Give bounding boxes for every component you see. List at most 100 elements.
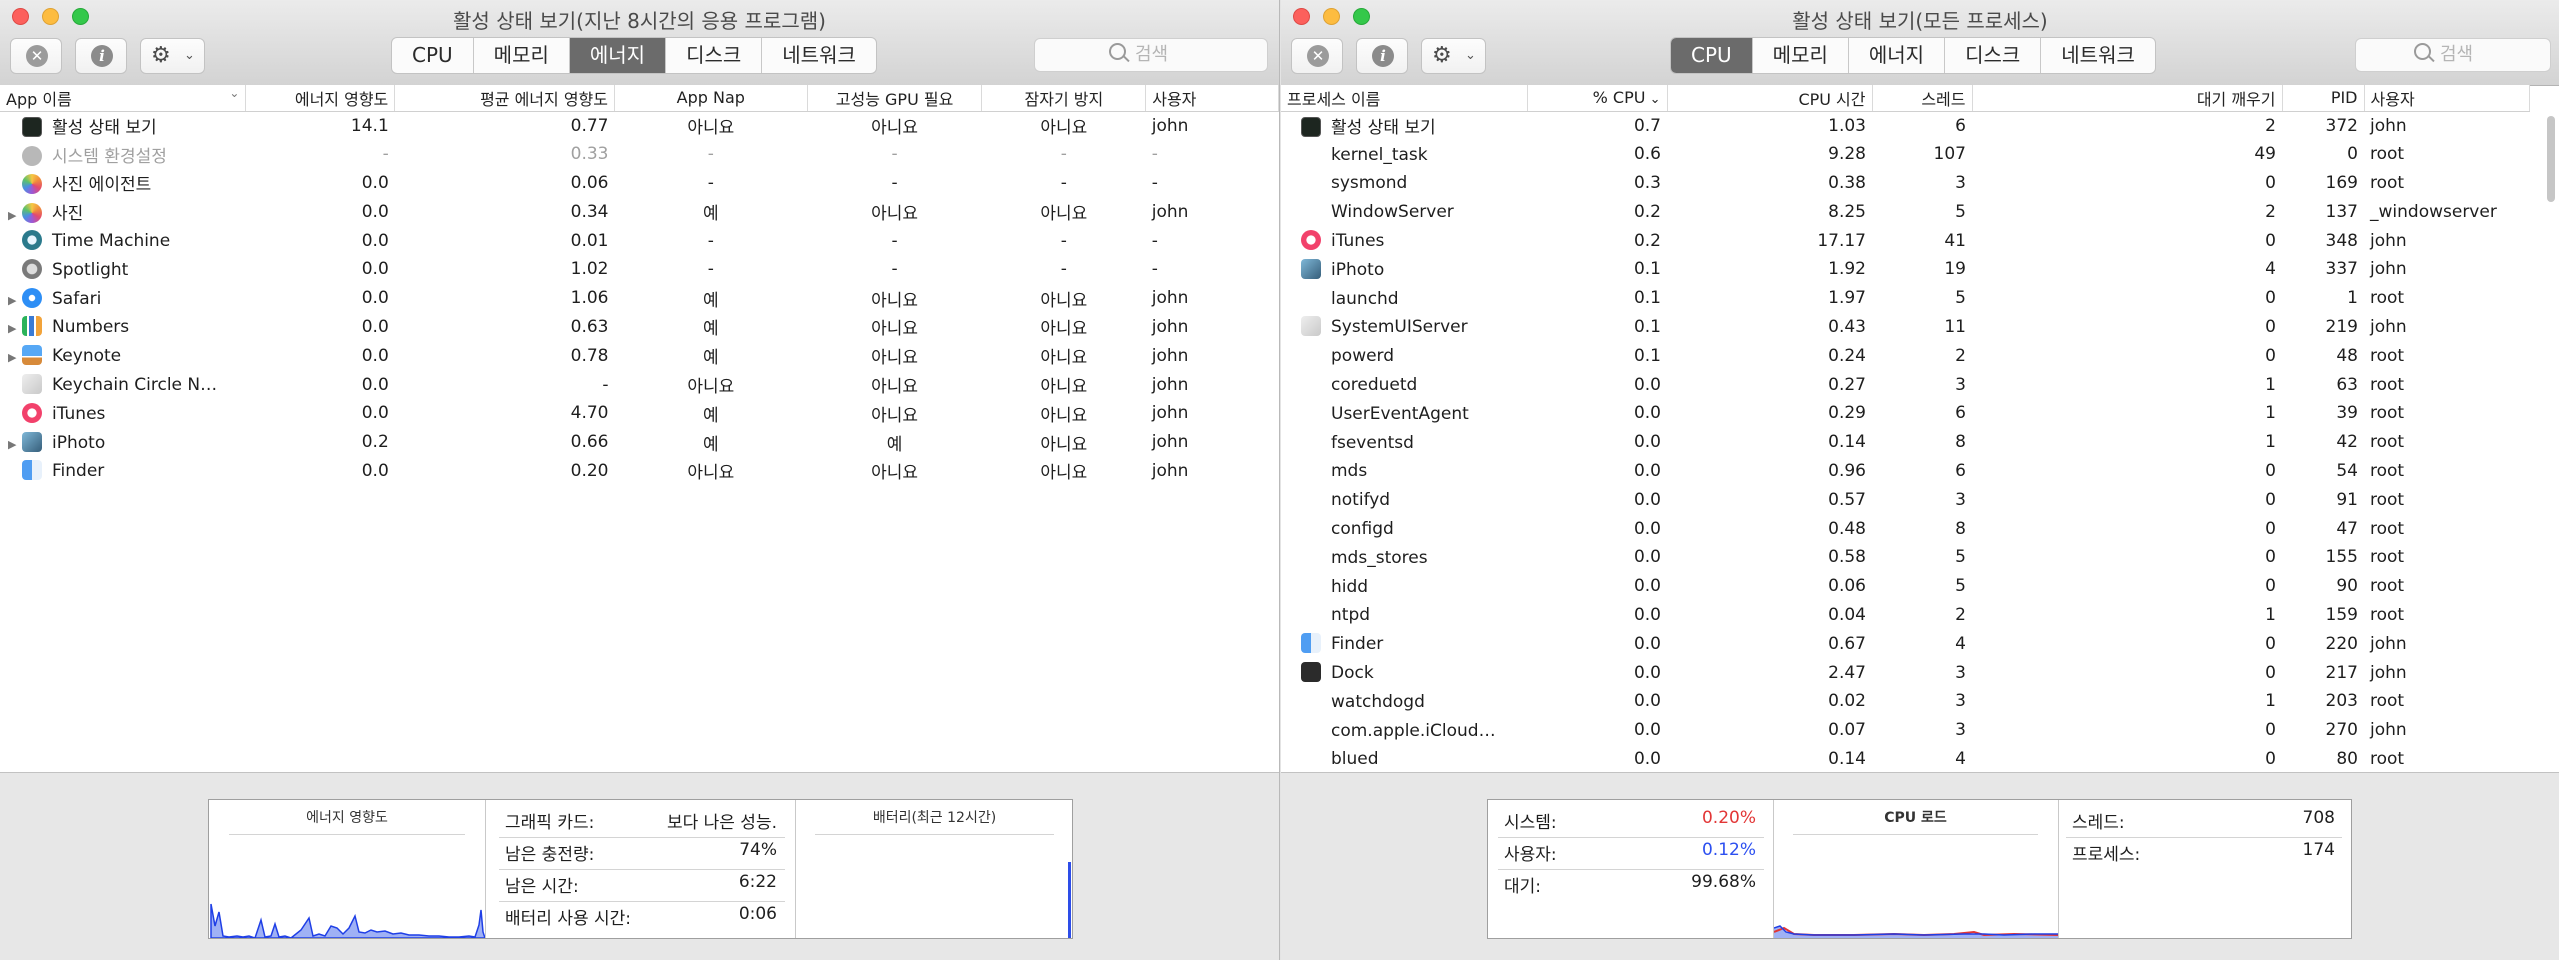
process-name-cell[interactable]: configd [1281,514,1527,543]
table-row[interactable]: kernel_task 0.6 9.28 107 49 0 root [1281,140,2529,169]
column-header[interactable]: 스레드 [1872,85,1973,112]
process-name-cell[interactable]: watchdogd [1281,687,1527,716]
table-row[interactable]: notifyd 0.0 0.57 3 0 91 root [1281,485,2529,514]
column-header[interactable]: 고성능 GPU 필요 [807,85,983,112]
process-name-cell[interactable]: Dock [1281,658,1527,687]
action-menu-button[interactable]: ⚙ ⌄ [1421,38,1486,74]
search-field[interactable]: 검색 [1034,38,1268,72]
table-row[interactable]: powerd 0.1 0.24 2 0 48 root [1281,341,2529,370]
table-row[interactable]: iPhoto 0.1 1.92 19 4 337 john [1281,255,2529,284]
app-name-cell[interactable]: ▶ 사진 [0,197,246,226]
column-header[interactable]: 프로세스 이름 [1281,85,1528,112]
process-name-cell[interactable]: blued [1281,745,1527,774]
process-name-cell[interactable]: ntpd [1281,601,1527,630]
tab-memory[interactable]: 메모리 [1753,38,1849,73]
column-header[interactable]: 사용자 [1145,85,1279,112]
table-row[interactable]: ▶ iPhoto 0.2 0.66 예 예 아니요 john [0,428,1279,457]
process-name-cell[interactable]: notifyd [1281,485,1527,514]
vertical-scrollbar[interactable] [2547,116,2555,202]
app-name-cell[interactable]: iTunes [0,399,246,428]
column-header[interactable]: App 이름 ⌄ [0,85,247,112]
app-name-cell[interactable]: 시스템 환경설정 [0,140,246,169]
table-row[interactable]: fseventsd 0.0 0.14 8 1 42 root [1281,428,2529,457]
process-name-cell[interactable]: mds [1281,457,1527,486]
disclosure-triangle-icon[interactable]: ▶ [8,209,22,222]
process-name-cell[interactable]: SystemUIServer [1281,313,1527,342]
tab-cpu[interactable]: CPU [1671,38,1753,73]
column-header[interactable]: 잠자기 방지 [981,85,1147,112]
app-name-cell[interactable]: Finder [0,457,246,486]
table-row[interactable]: Keychain Circle N… 0.0 - 아니요 아니요 아니요 john [0,370,1279,399]
process-name-cell[interactable]: launchd [1281,284,1527,313]
inspect-process-button[interactable]: i [1356,38,1408,74]
table-row[interactable]: iTunes 0.0 4.70 예 아니요 아니요 john [0,399,1279,428]
stop-process-button[interactable]: ✕ [1291,38,1343,74]
table-row[interactable]: ▶ 사진 0.0 0.34 예 아니요 아니요 john [0,197,1279,226]
table-row[interactable]: Finder 0.0 0.67 4 0 220 john [1281,629,2529,658]
table-row[interactable]: SystemUIServer 0.1 0.43 11 0 219 john [1281,313,2529,342]
process-name-cell[interactable]: iTunes [1281,226,1527,255]
column-header[interactable]: App Nap [614,85,808,112]
column-header[interactable]: 대기 깨우기 [1972,85,2283,112]
process-name-cell[interactable]: WindowServer [1281,197,1527,226]
action-menu-button[interactable]: ⚙ ⌄ [140,38,205,74]
tab-energy[interactable]: 에너지 [1849,38,1946,73]
table-row[interactable]: UserEventAgent 0.0 0.29 6 1 39 root [1281,399,2529,428]
stop-process-button[interactable]: ✕ [10,38,62,74]
process-name-cell[interactable]: powerd [1281,341,1527,370]
disclosure-triangle-icon[interactable]: ▶ [8,351,22,364]
table-row[interactable]: Time Machine 0.0 0.01 - - - - [0,226,1279,255]
disclosure-triangle-icon[interactable]: ▶ [8,438,22,451]
disclosure-triangle-icon[interactable]: ▶ [8,294,22,307]
table-row[interactable]: blued 0.0 0.14 4 0 80 root [1281,745,2529,774]
app-name-cell[interactable]: ▶ Numbers [0,313,246,342]
disclosure-triangle-icon[interactable]: ▶ [8,322,22,335]
search-field[interactable]: 검색 [2355,38,2551,72]
table-row[interactable]: configd 0.0 0.48 8 0 47 root [1281,514,2529,543]
table-row[interactable]: Dock 0.0 2.47 3 0 217 john [1281,658,2529,687]
app-name-cell[interactable]: 활성 상태 보기 [0,111,246,140]
process-name-cell[interactable]: iPhoto [1281,255,1527,284]
table-row[interactable]: 활성 상태 보기 14.1 0.77 아니요 아니요 아니요 john [0,111,1279,140]
inspect-process-button[interactable]: i [75,38,127,74]
column-header[interactable]: PID [2282,85,2365,112]
tab-cpu[interactable]: CPU [392,38,474,73]
process-name-cell[interactable]: fseventsd [1281,428,1527,457]
app-name-cell[interactable]: Time Machine [0,226,246,255]
tab-memory[interactable]: 메모리 [474,38,570,73]
table-row[interactable]: mds_stores 0.0 0.58 5 0 155 root [1281,543,2529,572]
tab-energy[interactable]: 에너지 [569,38,667,73]
process-name-cell[interactable]: sysmond [1281,169,1527,198]
process-name-cell[interactable]: com.apple.iCloud… [1281,716,1527,745]
column-header[interactable]: 평균 에너지 영향도 [394,85,615,112]
process-name-cell[interactable]: mds_stores [1281,543,1527,572]
table-row[interactable]: iTunes 0.2 17.17 41 0 348 john [1281,226,2529,255]
column-header[interactable]: % CPU ⌄ [1527,85,1668,112]
table-row[interactable]: ▶ Numbers 0.0 0.63 예 아니요 아니요 john [0,313,1279,342]
table-row[interactable]: com.apple.iCloud… 0.0 0.07 3 0 270 john [1281,716,2529,745]
process-name-cell[interactable]: coreduetd [1281,370,1527,399]
app-name-cell[interactable]: ▶ Keynote [0,341,246,370]
tab-disk[interactable]: 디스크 [1945,38,2042,73]
app-name-cell[interactable]: ▶ iPhoto [0,428,246,457]
column-header[interactable]: CPU 시간 [1667,85,1873,112]
table-row[interactable]: 시스템 환경설정 - 0.33 - - - - [0,140,1279,169]
table-row[interactable]: watchdogd 0.0 0.02 3 1 203 root [1281,687,2529,716]
table-row[interactable]: WindowServer 0.2 8.25 5 2 137 _windowserver [1281,197,2529,226]
table-row[interactable]: hidd 0.0 0.06 5 0 90 root [1281,572,2529,601]
process-name-cell[interactable]: kernel_task [1281,140,1527,169]
table-row[interactable]: coreduetd 0.0 0.27 3 1 63 root [1281,370,2529,399]
process-name-cell[interactable]: 활성 상태 보기 [1281,111,1527,140]
tab-network[interactable]: 네트워크 [762,38,876,73]
tab-disk[interactable]: 디스크 [666,38,763,73]
process-name-cell[interactable]: hidd [1281,572,1527,601]
table-row[interactable]: ▶ Keynote 0.0 0.78 예 아니요 아니요 john [0,341,1279,370]
column-header[interactable]: 에너지 영향도 [245,85,396,112]
app-name-cell[interactable]: Spotlight [0,255,246,284]
table-row[interactable]: mds 0.0 0.96 6 0 54 root [1281,457,2529,486]
process-name-cell[interactable]: Finder [1281,629,1527,658]
table-row[interactable]: launchd 0.1 1.97 5 0 1 root [1281,284,2529,313]
tab-network[interactable]: 네트워크 [2041,38,2155,73]
table-row[interactable]: Spotlight 0.0 1.02 - - - - [0,255,1279,284]
table-row[interactable]: ntpd 0.0 0.04 2 1 159 root [1281,601,2529,630]
